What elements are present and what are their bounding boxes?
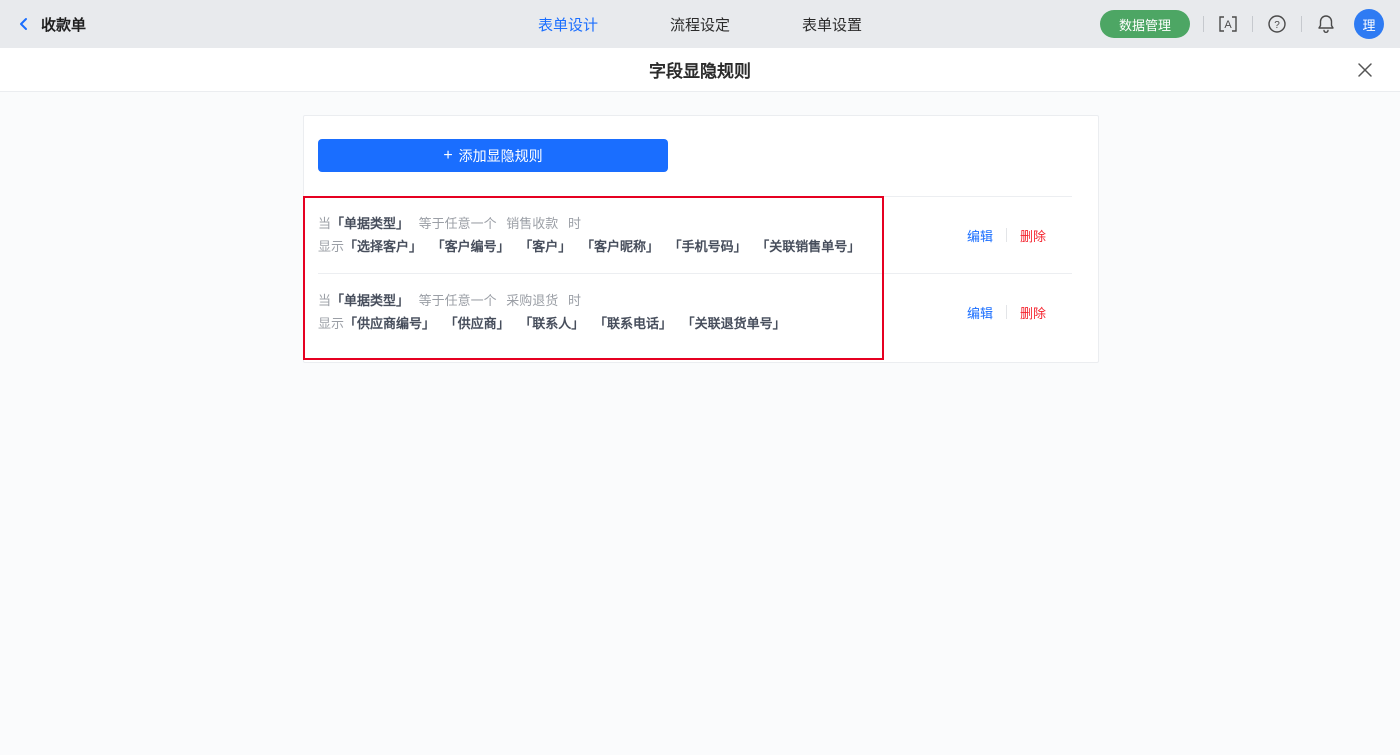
shown-field: 「选择客户」 xyxy=(344,239,422,254)
condition-field: 「单据类型」 xyxy=(331,293,409,308)
rule-row: 当「单据类型」 等于任意一个 销售收款 时 显示「选择客户」 「客户编号」 「客… xyxy=(304,197,1098,273)
rule-condition-line: 当「单据类型」 等于任意一个 采购退货 时 xyxy=(318,289,967,312)
tab-form-settings[interactable]: 表单设置 xyxy=(802,14,862,35)
condition-field: 「单据类型」 xyxy=(331,216,409,231)
translate-icon[interactable]: A xyxy=(1217,13,1239,35)
edit-link[interactable]: 编辑 xyxy=(967,226,993,245)
rule-description: 当「单据类型」 等于任意一个 销售收款 时 显示「选择客户」 「客户编号」 「客… xyxy=(318,212,967,258)
page-title: 字段显隐规则 xyxy=(649,57,751,82)
show-label: 显示 xyxy=(318,239,344,254)
help-icon[interactable]: ? xyxy=(1266,13,1288,35)
divider xyxy=(1006,228,1007,242)
page-header: 字段显隐规则 xyxy=(0,48,1400,92)
topbar-right: 数据管理 A ? 理 xyxy=(1100,9,1384,39)
condition-suffix: 时 xyxy=(568,293,581,308)
divider xyxy=(1301,16,1302,32)
divider xyxy=(1252,16,1253,32)
show-label: 显示 xyxy=(318,316,344,331)
bell-icon[interactable] xyxy=(1315,13,1337,35)
condition-operator: 等于任意一个 xyxy=(419,293,497,308)
svg-text:A: A xyxy=(1224,19,1232,31)
data-manage-button[interactable]: 数据管理 xyxy=(1100,10,1190,38)
edit-link[interactable]: 编辑 xyxy=(967,303,993,322)
rules-panel: + 添加显隐规则 当「单据类型」 等于任意一个 销售收款 时 显示「选择客户」 … xyxy=(303,115,1099,363)
topbar-left: 收款单 xyxy=(16,14,86,35)
shown-field: 「供应商」 xyxy=(445,316,510,331)
delete-link[interactable]: 删除 xyxy=(1020,303,1046,322)
shown-field: 「关联销售单号」 xyxy=(756,239,860,254)
rule-description: 当「单据类型」 等于任意一个 采购退货 时 显示「供应商编号」 「供应商」 「联… xyxy=(318,289,967,335)
condition-suffix: 时 xyxy=(568,216,581,231)
plus-icon: + xyxy=(443,148,452,164)
content-area: + 添加显隐规则 当「单据类型」 等于任意一个 销售收款 时 显示「选择客户」 … xyxy=(0,92,1400,755)
chevron-left-icon xyxy=(16,16,32,32)
shown-field: 「客户编号」 xyxy=(432,239,510,254)
form-title: 收款单 xyxy=(41,14,86,35)
shown-field: 「客户昵称」 xyxy=(581,239,659,254)
condition-value: 采购退货 xyxy=(506,293,558,308)
avatar[interactable]: 理 xyxy=(1354,9,1384,39)
rule-condition-line: 当「单据类型」 等于任意一个 销售收款 时 xyxy=(318,212,967,235)
rule-show-line: 显示「供应商编号」 「供应商」 「联系人」 「联系电话」 「关联退货单号」 xyxy=(318,312,967,335)
rule-actions: 编辑 删除 xyxy=(967,303,1046,322)
shown-field: 「供应商编号」 xyxy=(344,316,435,331)
add-rule-label: 添加显隐规则 xyxy=(459,146,543,166)
add-rule-button[interactable]: + 添加显隐规则 xyxy=(318,139,668,172)
shown-field: 「手机号码」 xyxy=(669,239,747,254)
condition-operator: 等于任意一个 xyxy=(419,216,497,231)
shown-field: 「联系人」 xyxy=(519,316,584,331)
rule-actions: 编辑 删除 xyxy=(967,226,1046,245)
delete-link[interactable]: 删除 xyxy=(1020,226,1046,245)
shown-field: 「客户」 xyxy=(519,239,571,254)
condition-when: 当 xyxy=(318,293,331,308)
back-button[interactable] xyxy=(16,16,32,32)
shown-field: 「关联退货单号」 xyxy=(682,316,786,331)
divider xyxy=(1006,305,1007,319)
condition-when: 当 xyxy=(318,216,331,231)
condition-value: 销售收款 xyxy=(506,216,558,231)
topbar-tabs: 表单设计 流程设定 表单设置 xyxy=(538,0,862,48)
shown-field: 「联系电话」 xyxy=(594,316,672,331)
close-icon[interactable] xyxy=(1354,59,1376,81)
divider xyxy=(1203,16,1204,32)
rule-show-line: 显示「选择客户」 「客户编号」 「客户」 「客户昵称」 「手机号码」 「关联销售… xyxy=(318,235,967,258)
tab-flow-settings[interactable]: 流程设定 xyxy=(670,14,730,35)
rule-row: 当「单据类型」 等于任意一个 采购退货 时 显示「供应商编号」 「供应商」 「联… xyxy=(304,274,1098,350)
tab-form-design[interactable]: 表单设计 xyxy=(538,14,598,35)
svg-text:?: ? xyxy=(1274,20,1280,31)
topbar: 收款单 表单设计 流程设定 表单设置 数据管理 A ? xyxy=(0,0,1400,48)
